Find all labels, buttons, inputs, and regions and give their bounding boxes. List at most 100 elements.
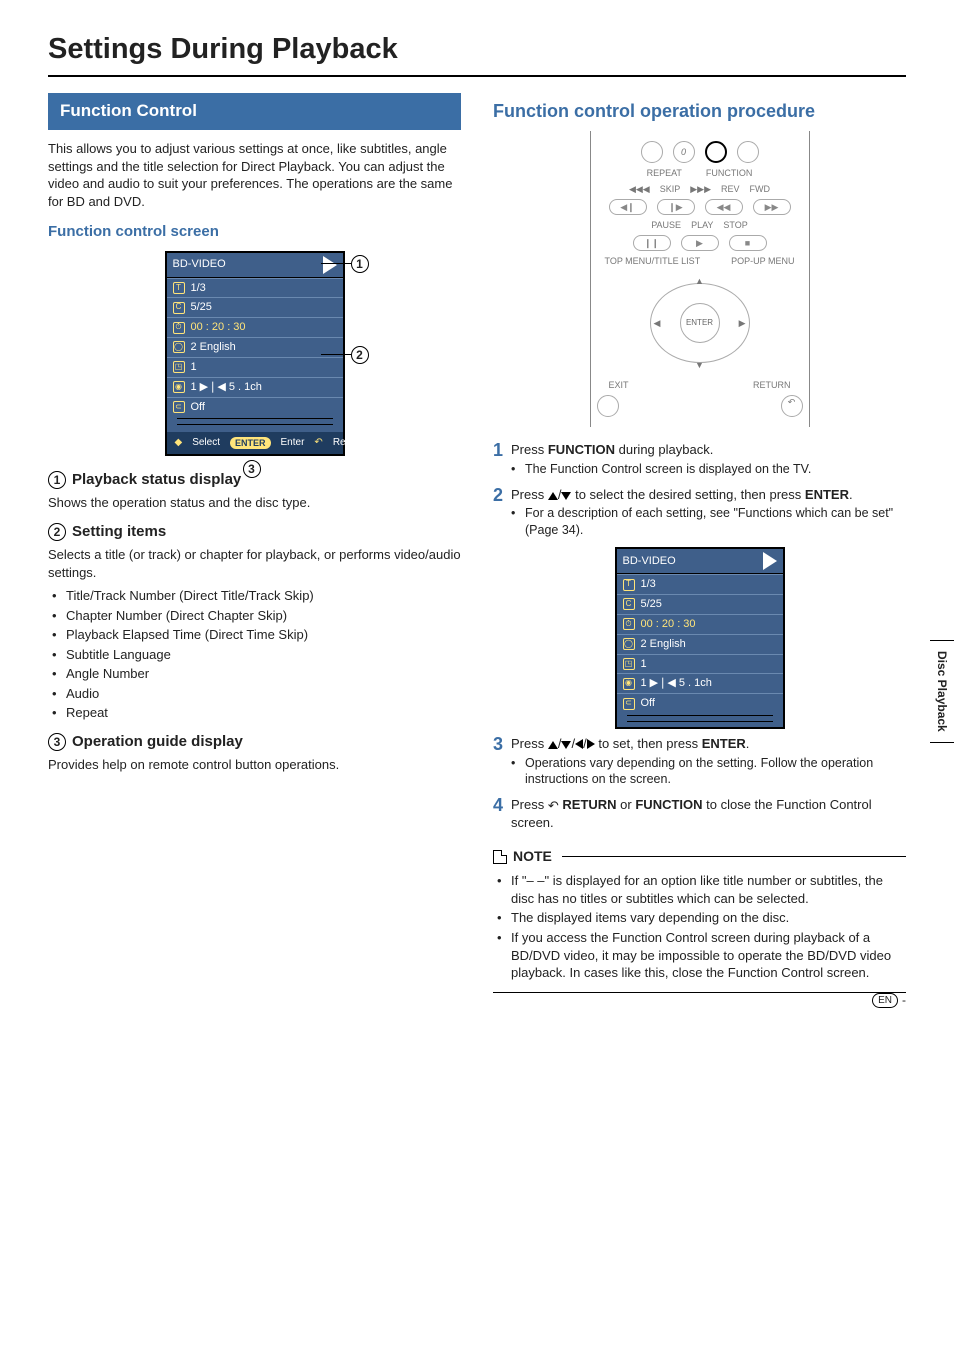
right-arrow-icon xyxy=(587,739,595,749)
remote-play-label: PLAY xyxy=(691,219,713,231)
function-control-figure: BD-VIDEO T1/3 C5/25 ⏱00 : 20 : 30 ◯2 Eng… xyxy=(115,251,395,456)
page-footer: EN- xyxy=(872,992,906,1008)
badge-2: 2 xyxy=(48,523,66,541)
note-heading: NOTE xyxy=(493,847,906,866)
remote-exit-label: EXIT xyxy=(609,379,629,391)
right-column: Function control operation procedure 0 R… xyxy=(493,93,906,992)
callout-1: 1 xyxy=(351,255,369,273)
remote-topmenu-label: TOP MENU/TITLE LIST xyxy=(605,255,701,267)
note-item: The displayed items vary depending on th… xyxy=(497,909,906,927)
guide-select: Select xyxy=(192,436,220,450)
step-num: 3 xyxy=(493,735,503,790)
remote-blank-button xyxy=(737,141,759,163)
s2-item: Audio xyxy=(52,685,461,703)
step-num: 2 xyxy=(493,486,503,541)
remote-return-button: ↶ xyxy=(781,395,803,417)
remote-play-button: ▶ xyxy=(681,235,719,251)
remote-fwd-label: FWD xyxy=(750,183,771,195)
note-icon xyxy=(493,850,507,864)
step-3-text: Press /// to set, then press ENTER. xyxy=(511,735,906,753)
remote-repeat-button xyxy=(641,141,663,163)
callout-2: 2 xyxy=(351,346,369,364)
remote-pause-button: ❙❙ xyxy=(633,235,671,251)
step-num: 4 xyxy=(493,796,503,833)
step-1-note: The Function Control screen is displayed… xyxy=(511,461,906,478)
play-icon xyxy=(763,552,777,570)
function-control-band: Function Control xyxy=(48,93,461,130)
left-arrow-icon xyxy=(575,739,583,749)
s3-body: Provides help on remote control button o… xyxy=(48,756,461,774)
remote-return-label: RETURN xyxy=(753,379,791,391)
angle-icon: ◳ xyxy=(173,361,185,373)
repeat-icon: ⊂ xyxy=(173,401,185,413)
fc-header-label: BD-VIDEO xyxy=(173,257,226,272)
up-arrow-icon xyxy=(548,741,558,749)
remote-stop-button: ■ xyxy=(729,235,767,251)
remote-function-button xyxy=(705,141,727,163)
remote-dpad: ▲ ▼ ◀ ▶ ENTER xyxy=(640,273,760,373)
remote-fwd-button: ▶▶ xyxy=(753,199,791,215)
s2-item: Angle Number xyxy=(52,665,461,683)
s1-title: Playback status display xyxy=(72,470,241,490)
guide-return: Return xyxy=(333,436,363,450)
left-column: Function Control This allows you to adju… xyxy=(48,93,461,992)
guide-enter: Enter xyxy=(281,436,305,450)
down-arrow-icon xyxy=(561,741,571,749)
step-4-text: Press ↶ RETURN or FUNCTION to close the … xyxy=(511,796,906,831)
remote-skip-label: SKIP xyxy=(660,183,681,195)
remote-diagram: 0 REPEATFUNCTION ◀◀◀SKIP▶▶▶REVFWD ◀❙❙▶◀◀… xyxy=(590,131,810,428)
remote-exit-button xyxy=(597,395,619,417)
fc-guide-bar: ◆Select ENTEREnter ↶Return xyxy=(167,432,343,454)
title-icon: T xyxy=(173,282,185,294)
remote-pause-label: PAUSE xyxy=(651,219,681,231)
remote-rev-button: ◀◀ xyxy=(705,199,743,215)
fc-title-value: 1/3 xyxy=(191,281,206,296)
up-arrow-icon xyxy=(548,492,558,500)
step-2-text: Press / to select the desired setting, t… xyxy=(511,486,906,504)
s3-title: Operation guide display xyxy=(72,732,243,752)
remote-popup-label: POP-UP MENU xyxy=(731,255,794,267)
notes-list: If "– –" is displayed for an option like… xyxy=(493,872,906,981)
page-title: Settings During Playback xyxy=(48,30,906,69)
down-arrow-icon xyxy=(561,492,571,500)
note-item: If "– –" is displayed for an option like… xyxy=(497,872,906,907)
fc-time-value: 00 : 20 : 30 xyxy=(191,320,246,335)
fc-repeat-value: Off xyxy=(191,400,205,415)
footer-lang: EN xyxy=(872,993,898,1009)
clock-icon: ⏱ xyxy=(173,322,185,334)
s2-list: Title/Track Number (Direct Title/Track S… xyxy=(48,587,461,722)
step-num: 1 xyxy=(493,441,503,479)
section-tab: Disc Playback xyxy=(930,640,954,743)
chapter-icon: C xyxy=(173,302,185,314)
remote-rev-label: REV xyxy=(721,183,740,195)
fc-panel-small: BD-VIDEO T1/3 C5/25 ⏱00 : 20 : 30 ◯2 Eng… xyxy=(615,547,785,729)
remote-repeat-label: REPEAT xyxy=(647,167,682,179)
fc-panel: BD-VIDEO T1/3 C5/25 ⏱00 : 20 : 30 ◯2 Eng… xyxy=(165,251,345,456)
callout-3: 3 xyxy=(243,460,261,478)
return-icon: ↶ xyxy=(548,799,559,812)
note-label: NOTE xyxy=(513,847,552,866)
step-2-note: For a description of each setting, see "… xyxy=(511,505,906,539)
s2-item: Playback Elapsed Time (Direct Time Skip) xyxy=(52,626,461,644)
procedure-steps: 1 Press FUNCTION during playback. The Fu… xyxy=(493,441,906,833)
guide-enter-pill: ENTER xyxy=(230,437,271,449)
s1-body: Shows the operation status and the disc … xyxy=(48,494,461,512)
fc-chapter-value: 5/25 xyxy=(191,300,212,315)
fc-audio-value: 1 ▶❘◀ 5 . 1ch xyxy=(191,380,262,395)
remote-enter-button: ENTER xyxy=(680,303,720,343)
s2-item: Chapter Number (Direct Chapter Skip) xyxy=(52,607,461,625)
right-heading: Function control operation procedure xyxy=(493,101,906,123)
s2-item: Repeat xyxy=(52,704,461,722)
remote-stop-label: STOP xyxy=(723,219,747,231)
screen-heading: Function control screen xyxy=(48,222,461,242)
note-item: If you access the Function Control scree… xyxy=(497,929,906,982)
fc-subtitle-value: 2 English xyxy=(191,340,236,355)
s2-item: Subtitle Language xyxy=(52,646,461,664)
remote-function-label: FUNCTION xyxy=(706,167,753,179)
s2-item: Title/Track Number (Direct Title/Track S… xyxy=(52,587,461,605)
title-rule xyxy=(48,75,906,77)
intro-text: This allows you to adjust various settin… xyxy=(48,140,461,210)
s2-body: Selects a title (or track) or chapter fo… xyxy=(48,546,461,581)
step-3-note: Operations vary depending on the setting… xyxy=(511,755,906,789)
badge-1: 1 xyxy=(48,471,66,489)
